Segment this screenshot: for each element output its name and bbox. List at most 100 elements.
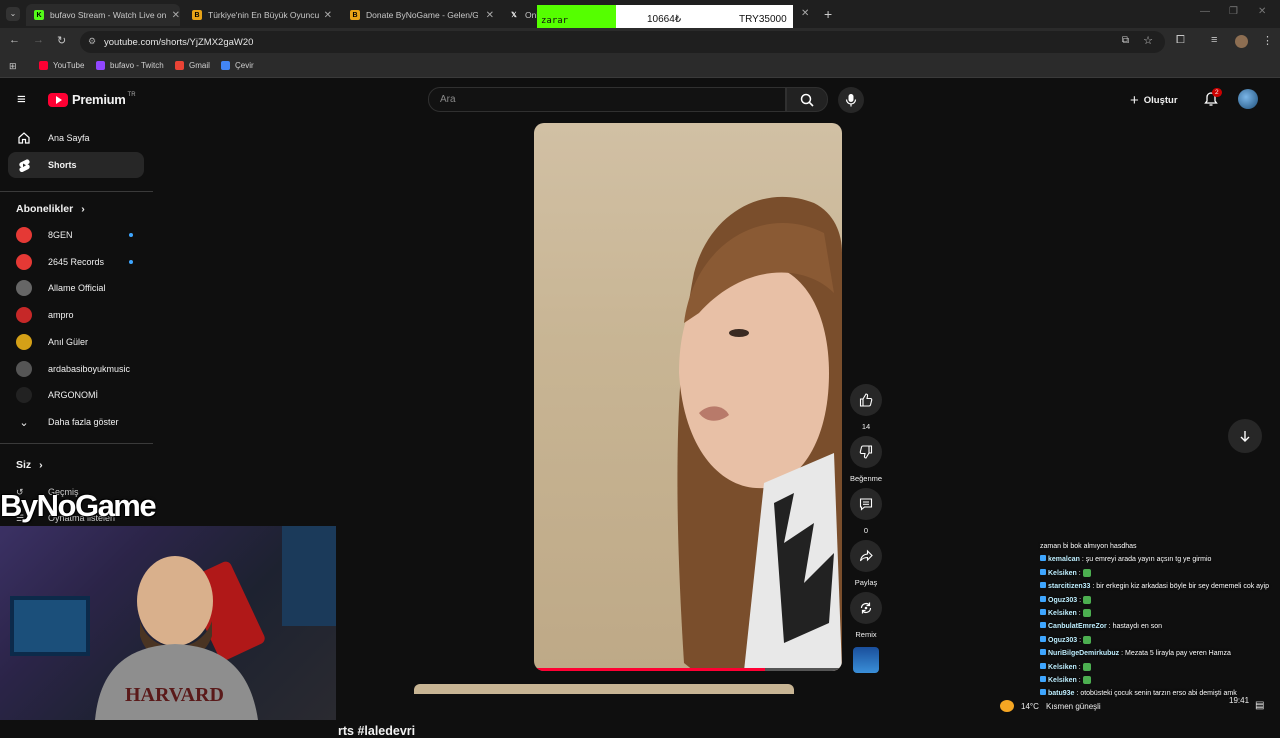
kick-icon: K <box>34 10 44 20</box>
remix-button[interactable] <box>850 592 882 624</box>
browser-toolbar: ← → ↻ ⚙ youtube.com/shorts/YjZMX2gaW20 ⧉… <box>0 28 1280 56</box>
sidebar-subscription-item[interactable]: 2645 Records <box>16 253 133 271</box>
comment-icon <box>859 498 873 511</box>
extensions-icon[interactable]: ⧠ <box>1176 34 1185 47</box>
minimize-icon[interactable]: — <box>1200 6 1210 17</box>
tab-search-icon[interactable]: ⌄ <box>6 7 20 21</box>
share-action: Paylaş <box>850 540 882 587</box>
profile-avatar[interactable] <box>1235 35 1248 48</box>
hamburger-menu-icon[interactable]: ≡ <box>17 91 26 108</box>
sidebar-subscription-item[interactable]: Allame Official <box>16 279 105 297</box>
voice-search-button[interactable] <box>838 87 864 113</box>
close-window-icon[interactable]: ✕ <box>1258 6 1266 17</box>
chat-badge-icon <box>1040 662 1046 669</box>
you-section-header[interactable]: Siz › <box>16 459 43 471</box>
like-count: 14 <box>861 422 871 431</box>
close-tab-icon[interactable]: ✕ <box>801 8 809 19</box>
chat-emote-icon <box>1082 568 1091 577</box>
new-content-dot <box>129 233 133 237</box>
bookmark-star-icon[interactable]: ☆ <box>1143 34 1153 47</box>
weather-temp: 14°C <box>1021 702 1039 711</box>
sidebar-item-label: Ana Sayfa <box>48 133 90 143</box>
restore-icon[interactable]: ❐ <box>1229 6 1238 17</box>
show-more-button[interactable]: ⌄ Daha fazla göster <box>16 413 118 431</box>
account-avatar[interactable] <box>1238 89 1258 109</box>
chat-text: şu emreyi arada yayın açsın tg ye girmio <box>1085 556 1212 564</box>
subscriptions-header[interactable]: Abonelikler › <box>16 203 85 215</box>
chat-emote-icon <box>1082 609 1091 618</box>
bookmark-label: bufavo - Twitch <box>110 61 164 70</box>
next-video-button[interactable] <box>1228 419 1262 453</box>
like-button[interactable] <box>850 384 882 416</box>
back-icon[interactable]: ← <box>9 34 20 46</box>
channel-name: ampro <box>48 310 74 321</box>
reload-icon[interactable]: ↻ <box>57 34 66 47</box>
thumbs-down-icon <box>859 445 873 459</box>
video-progress-fill <box>534 668 765 671</box>
chat-emote-icon <box>1082 662 1091 671</box>
sidebar-subscription-item[interactable]: ARGONOMİ <box>16 386 98 404</box>
chevron-right-icon: › <box>81 203 85 215</box>
bookmark-twitch[interactable]: bufavo - Twitch <box>96 61 164 70</box>
reading-list-icon[interactable]: ≡ <box>1211 34 1217 46</box>
chat-badge-icon <box>1040 595 1046 602</box>
site-info-icon[interactable]: ⚙ <box>88 36 96 47</box>
search-button[interactable] <box>786 87 828 112</box>
channel-avatar <box>16 253 32 270</box>
microphone-icon <box>845 94 857 107</box>
sidebar-subscription-item[interactable]: Anıl Güler <box>16 333 88 351</box>
bookmark-translate[interactable]: Çevir <box>221 61 254 70</box>
notifications-button[interactable]: 2 <box>1203 88 1222 109</box>
create-button[interactable]: + Oluştur <box>1130 92 1178 109</box>
menu-icon[interactable]: ⋮ <box>1262 34 1273 47</box>
donation-amount: 10664₺ <box>647 14 682 25</box>
tab-x[interactable]: 𝕏 Onl <box>509 4 539 26</box>
video-frame-image <box>677 196 842 671</box>
chat-message: Oguz303 : <box>1040 594 1280 607</box>
address-bar[interactable]: ⚙ youtube.com/shorts/YjZMX2gaW20 ⧉ ☆ <box>80 31 1165 53</box>
chat-message: Oguz303 : <box>1040 634 1280 647</box>
sidebar-item-home[interactable]: Ana Sayfa <box>8 125 144 151</box>
chat-username: Oguz303 <box>1048 596 1078 604</box>
tab-bynogame[interactable]: B Türkiye'nin En Büyük Oyuncu D ✕ <box>190 4 332 26</box>
sidebar-item-shorts[interactable]: Shorts <box>8 152 144 178</box>
comment-button[interactable] <box>850 488 882 520</box>
bookmark-gmail[interactable]: Gmail <box>175 61 210 70</box>
close-tab-icon[interactable]: ✕ <box>324 10 332 21</box>
bookmark-youtube[interactable]: YouTube <box>39 61 84 70</box>
search-input[interactable]: Ara <box>428 87 786 112</box>
chat-separator: : <box>1076 677 1083 685</box>
channel-name: Allame Official <box>48 283 106 294</box>
chat-message: Kelsiken : <box>1040 674 1280 687</box>
forward-icon[interactable]: → <box>33 34 44 46</box>
shorts-video-player[interactable] <box>534 123 842 671</box>
dislike-button[interactable] <box>850 436 882 468</box>
channel-name: Anıl Güler <box>48 336 89 347</box>
tab-kick-stream[interactable]: K bufavo Stream - Watch Live on ✕ <box>26 4 180 26</box>
new-tab-icon[interactable]: + <box>824 6 832 22</box>
dislike-label: Beğenme <box>849 474 883 483</box>
video-progress-bar[interactable] <box>534 668 842 671</box>
audio-thumbnail[interactable] <box>853 647 879 673</box>
search-placeholder: Ara <box>440 94 456 105</box>
share-button[interactable] <box>850 540 882 572</box>
tab-donate[interactable]: B Donate ByNoGame - Gelen/Gi ✕ <box>350 4 494 26</box>
chat-emote-icon <box>1082 676 1091 685</box>
section-title: Siz <box>16 459 32 471</box>
shorts-icon <box>16 157 32 173</box>
chat-message: starcitizen33 : bir erkegin kiz arkadasi… <box>1040 580 1280 593</box>
sidebar-subscription-item[interactable]: ardabasiboyukmusic <box>16 360 130 378</box>
channel-name: ardabasiboyukmusic <box>48 363 131 374</box>
channel-name: 8GEN <box>48 230 73 240</box>
close-tab-icon[interactable]: ✕ <box>486 10 494 21</box>
sidebar-subscription-item[interactable]: ampro <box>16 306 74 324</box>
youtube-premium-logo[interactable]: Premium TR <box>48 92 136 107</box>
channel-name: 2645 Records <box>48 256 105 267</box>
notification-center-icon[interactable]: ▤ <box>1255 700 1264 711</box>
sidebar-subscription-item[interactable]: 8GEN <box>16 226 133 244</box>
close-tab-icon[interactable]: ✕ <box>172 10 180 21</box>
bookmark-label: YouTube <box>53 61 85 70</box>
apps-icon[interactable]: ⊞ <box>9 61 17 72</box>
install-icon[interactable]: ⧉ <box>1122 35 1129 46</box>
next-video-preview <box>414 684 794 694</box>
